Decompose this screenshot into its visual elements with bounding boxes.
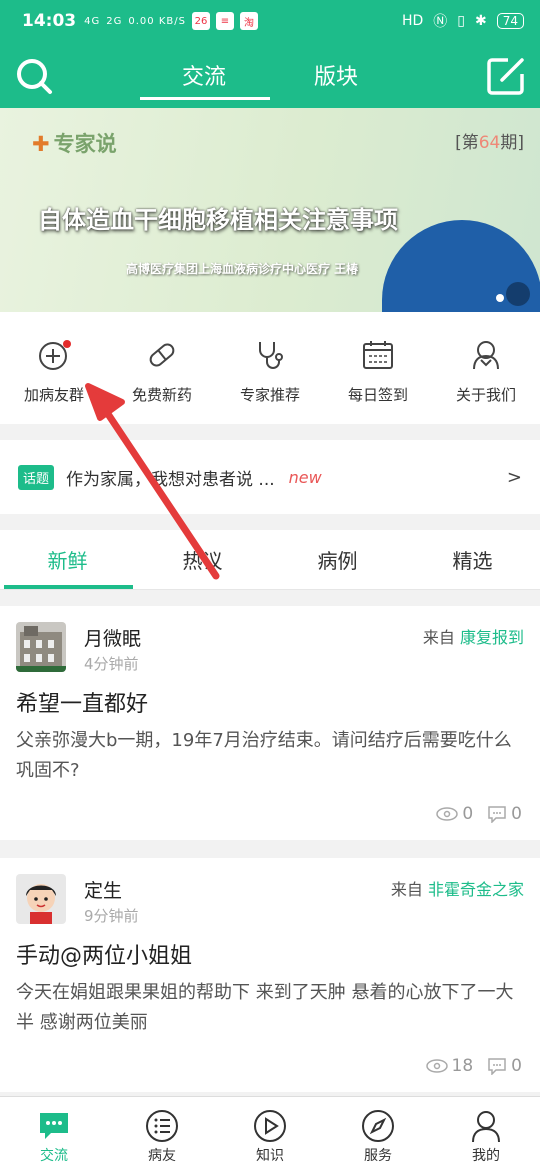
tab-hot[interactable]: 热议: [135, 530, 270, 589]
post-author[interactable]: 定生: [84, 876, 122, 903]
expert-banner[interactable]: ✚ 专家说 [第64期] 自体造血干细胞移植相关注意事项 高博医疗集团上海血液病诊…: [0, 108, 540, 312]
feed-tabs: 新鲜 热议 病例 精选: [0, 530, 540, 590]
new-badge: [63, 340, 71, 348]
nav-label: 我的: [472, 1148, 500, 1164]
post-category-link[interactable]: 康复报到: [460, 628, 524, 647]
nav-label: 知识: [256, 1148, 284, 1164]
quick-label: 专家推荐: [239, 386, 300, 404]
quick-expert-recommend[interactable]: 专家推荐: [216, 312, 324, 424]
nav-patients[interactable]: 病友: [108, 1097, 216, 1170]
quick-free-drugs[interactable]: 免费新药: [108, 312, 216, 424]
compose-icon[interactable]: [486, 56, 526, 96]
tab-fresh[interactable]: 新鲜: [0, 530, 135, 589]
banner-issue: [第64期]: [455, 133, 524, 153]
quick-label: 免费新药: [131, 386, 192, 404]
about-us-icon: [473, 341, 499, 370]
header-tabs: 交流 版块: [138, 42, 402, 108]
signal-indicator-1: 4G: [84, 15, 101, 27]
top-header: 交流 版块: [0, 42, 540, 108]
post-body: 今天在娟姐跟果果姐的帮助下 来到了天肿 悬着的心放下了一大半 感谢两位美丽: [16, 982, 514, 1033]
comment-count[interactable]: 0: [487, 1056, 522, 1076]
status-right-group: HD Ⓝ ▯ ✱ 74: [402, 11, 524, 31]
nav-services[interactable]: 服务: [324, 1097, 432, 1170]
quick-join-group[interactable]: 加病友群: [0, 312, 108, 424]
tab-featured[interactable]: 精选: [405, 530, 540, 589]
banner-subtitle: 高博医疗集团上海血液病诊疗中心医疗 王椿: [126, 262, 359, 276]
status-time: 14:03: [22, 11, 77, 31]
quick-label: 关于我们: [455, 386, 516, 404]
quick-daily-checkin[interactable]: 每日签到: [324, 312, 432, 424]
play-icon[interactable]: [506, 282, 530, 306]
topic-row[interactable]: 话题 作为家属，我想对患者说 ... new >: [0, 440, 540, 514]
profile-icon: [472, 1111, 500, 1143]
post-source: 来自 非霍奇金之家: [390, 880, 524, 899]
view-count: 18: [425, 1056, 473, 1076]
post-source: 来自 康复报到: [422, 628, 524, 647]
bottom-nav: 交流 病友 知识 服务 我的: [0, 1096, 540, 1170]
banner-headline: 自体造血干细胞移植相关注意事项: [38, 206, 398, 234]
post-time: 9分钟前: [84, 907, 139, 925]
post-body: 父亲弥漫大b一期，19年7月治疗结束。请问结疗后需要吃什么巩固不?: [16, 730, 512, 781]
quick-about-us[interactable]: 关于我们: [432, 312, 540, 424]
nfc-icon: Ⓝ: [433, 14, 448, 30]
chat-bubble-icon: [40, 1113, 68, 1139]
cartoon-avatar-image: [16, 874, 66, 924]
battery-indicator: 74: [496, 13, 524, 29]
post-title: 希望一直都好: [16, 692, 149, 717]
post-card[interactable]: 定生 9分钟前 来自 非霍奇金之家 手动@两位小姐姐 今天在娟姐跟果果姐的帮助下…: [0, 858, 540, 1092]
hd-indicator: HD: [401, 13, 424, 29]
comment-icon: [488, 1058, 506, 1075]
post-time: 4分钟前: [84, 655, 139, 673]
play-circle-icon: [254, 1110, 286, 1142]
cross-icon: ✚: [32, 132, 50, 156]
topic-tag: 话题: [18, 464, 55, 490]
post-category-link[interactable]: 非霍奇金之家: [428, 880, 524, 899]
compass-icon: [362, 1110, 394, 1142]
topic-text: 作为家属，我想对患者说 ...: [66, 469, 275, 490]
network-speed: 0.00 KB/S: [128, 15, 186, 27]
notification-app-icon: 淘: [239, 12, 258, 30]
post-card[interactable]: 月微眠 4分钟前 来自 康复报到 希望一直都好 父亲弥漫大b一期，19年7月治疗…: [0, 606, 540, 840]
search-icon[interactable]: [14, 56, 54, 96]
signal-indicator-2: 2G: [106, 15, 123, 27]
pill-icon: [149, 343, 175, 367]
list-icon: [146, 1110, 178, 1142]
quick-actions: 加病友群 免费新药 专家推荐 每日签到 关于我们: [0, 312, 540, 424]
nav-profile[interactable]: 我的: [432, 1097, 540, 1170]
notification-app-icon: ≡: [215, 12, 234, 30]
nav-knowledge[interactable]: 知识: [216, 1097, 324, 1170]
status-bar: 14:03 4G 2G 0.00 KB/S 26 ≡ 淘 HD Ⓝ ▯ ✱ 74: [0, 0, 540, 42]
bluetooth-icon: ✱: [474, 13, 487, 29]
avatar[interactable]: [16, 874, 66, 924]
nav-label: 病友: [148, 1148, 176, 1164]
tab-cases[interactable]: 病例: [270, 530, 405, 589]
quick-label: 加病友群: [23, 386, 84, 404]
nav-label: 服务: [364, 1148, 392, 1164]
tab-sections[interactable]: 版块: [270, 42, 402, 108]
notification-app-icon: 26: [191, 12, 210, 30]
comment-count[interactable]: 0: [487, 804, 522, 824]
eye-icon: [436, 807, 459, 821]
comment-icon: [488, 806, 506, 823]
post-stats: 18 0: [425, 1056, 522, 1076]
nav-exchange[interactable]: 交流: [0, 1097, 108, 1170]
avatar[interactable]: [16, 622, 66, 672]
post-stats: 0 0: [436, 804, 522, 824]
quick-label: 每日签到: [347, 386, 408, 404]
nav-label: 交流: [40, 1148, 68, 1164]
chevron-right-icon[interactable]: >: [507, 467, 522, 488]
post-author[interactable]: 月微眠: [84, 624, 141, 651]
calendar-icon: [363, 341, 393, 369]
view-count: 0: [436, 804, 473, 824]
tab-exchange[interactable]: 交流: [138, 42, 270, 108]
post-title: 手动@两位小姐姐: [16, 944, 193, 969]
building-avatar-image: [16, 622, 66, 672]
vibrate-icon: ▯: [457, 13, 465, 29]
stethoscope-icon: [259, 342, 283, 369]
banner-brand: ✚ 专家说: [32, 132, 117, 156]
eye-icon: [425, 1059, 448, 1073]
new-label: new: [288, 467, 322, 487]
carousel-dot: [496, 294, 504, 302]
